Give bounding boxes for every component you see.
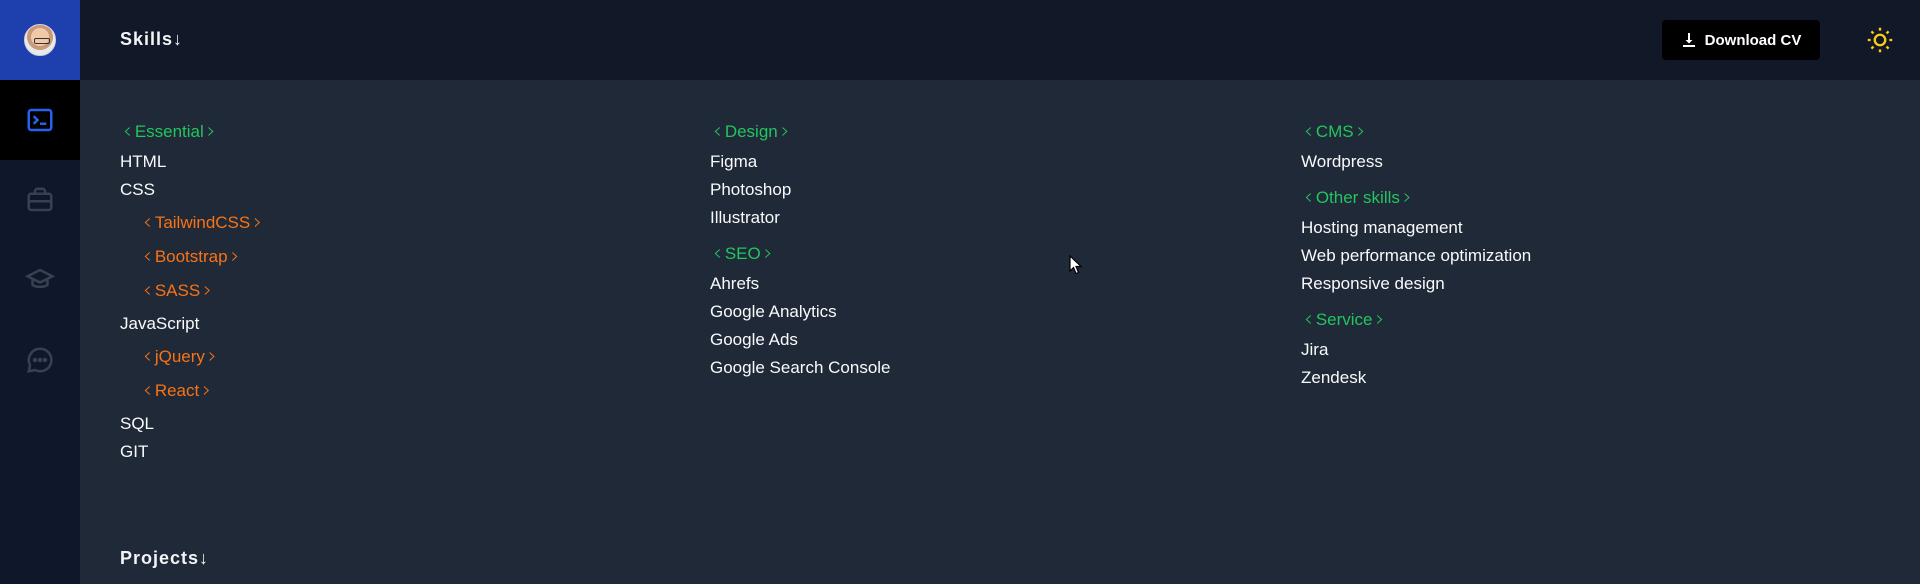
subcategory-react: ‹ React › (143, 378, 212, 403)
subcategory-tailwind: ‹ TailwindCSS › (143, 210, 263, 235)
download-icon (1682, 33, 1695, 47)
sun-icon (1867, 27, 1893, 53)
category-essential: ‹ Essential › (123, 119, 216, 144)
category-label: Service (1315, 310, 1373, 329)
header-bar: Skills↓ Download CV (80, 0, 1920, 80)
skill-google-analytics: Google Analytics (710, 302, 837, 321)
sidebar-item-skills[interactable] (0, 80, 80, 160)
sidebar-item-education[interactable] (0, 240, 80, 320)
mouse-cursor-icon (1069, 255, 1083, 275)
subcategory-label: Bootstrap (154, 247, 228, 266)
skill-git: GIT (120, 442, 149, 461)
download-cv-label: Download CV (1704, 31, 1802, 49)
category-label: Design (724, 122, 778, 141)
subcategory-sass: ‹ SASS › (143, 278, 212, 303)
skills-column-essential: ‹ Essential › HTML CSS ‹ TailwindCSS › ‹ Boot… (120, 118, 265, 466)
skill-zendesk: Zendesk (1301, 368, 1367, 387)
skill-javascript: JavaScript (120, 314, 200, 333)
subcategory-label: jQuery (154, 347, 205, 366)
category-cms: ‹ CMS › (1304, 119, 1366, 144)
skill-google-search-console: Google Search Console (710, 358, 891, 377)
category-label: CMS (1315, 122, 1354, 141)
skill-html: HTML (120, 152, 167, 171)
subcategory-label: TailwindCSS (154, 213, 251, 232)
skill-responsive-design: Responsive design (1301, 274, 1445, 293)
skill-figma: Figma (710, 152, 758, 171)
sidebar-item-experience[interactable] (0, 160, 80, 240)
category-label: SEO (724, 244, 761, 263)
skill-wordpress: Wordpress (1301, 152, 1383, 171)
avatar-container[interactable] (0, 0, 80, 80)
subcategory-label: React (154, 381, 200, 400)
category-label: Essential (134, 122, 204, 141)
sidebar-item-contact[interactable] (0, 320, 80, 400)
graduation-cap-icon (25, 268, 55, 289)
skill-hosting-management: Hosting management (1301, 218, 1463, 237)
category-service: ‹ Service › (1304, 307, 1385, 332)
download-cv-button[interactable]: Download CV (1662, 20, 1820, 60)
skills-column-design: ‹ Design › Figma Photoshop Illustrator ‹ SE… (710, 118, 891, 382)
category-seo: ‹ SEO › (713, 241, 773, 266)
skill-web-performance: Web performance optimization (1301, 246, 1532, 265)
skill-sql: SQL (120, 414, 155, 433)
terminal-icon (27, 108, 53, 132)
category-label: Other skills (1315, 188, 1400, 207)
skill-css: CSS (120, 180, 155, 199)
skill-illustrator: Illustrator (710, 208, 780, 227)
skill-photoshop: Photoshop (710, 180, 792, 199)
avatar[interactable] (24, 24, 56, 56)
briefcase-icon (27, 187, 53, 212)
skill-google-ads: Google Ads (710, 330, 798, 349)
chat-icon (27, 347, 53, 373)
sidebar (0, 0, 80, 584)
skills-column-cms: ‹ CMS › Wordpress ‹ Other skills › Hosting m… (1301, 118, 1531, 392)
projects-section-title[interactable]: Projects↓ (120, 548, 209, 569)
skills-section-title[interactable]: Skills↓ (120, 29, 183, 50)
skill-jira: Jira (1301, 340, 1329, 359)
skill-ahrefs: Ahrefs (710, 274, 760, 293)
subcategory-bootstrap: ‹ Bootstrap › (143, 244, 240, 269)
theme-toggle[interactable] (1864, 24, 1896, 56)
category-other-skills: ‹ Other skills › (1304, 185, 1412, 210)
subcategory-label: SASS (154, 281, 201, 300)
category-design: ‹ Design › (713, 119, 790, 144)
subcategory-jquery: ‹ jQuery › (143, 344, 217, 369)
